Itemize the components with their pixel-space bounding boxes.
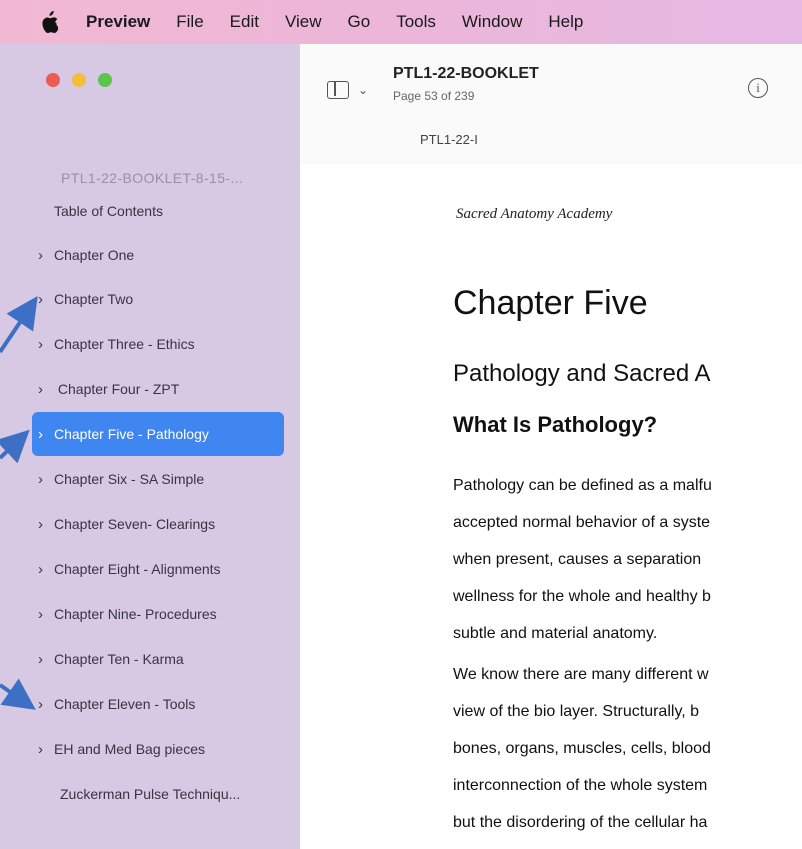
- document-page: Sacred Anatomy Academy Chapter Five Path…: [300, 164, 802, 849]
- sidebar-item-label: Zuckerman Pulse Techniqu...: [60, 786, 241, 802]
- zoom-window-button[interactable]: [98, 73, 112, 87]
- text-line: Pathology can be defined as a malfu: [453, 477, 712, 494]
- text-line: wellness for the whole and healthy b: [453, 588, 711, 605]
- chevron-right-icon[interactable]: ›: [38, 651, 54, 668]
- sidebar-item-label: Table of Contents: [54, 203, 163, 219]
- chevron-right-icon[interactable]: ›: [38, 606, 54, 623]
- menu-go[interactable]: Go: [348, 12, 371, 32]
- sidebar-item-label: Chapter Eight - Alignments: [54, 561, 221, 577]
- chevron-right-icon[interactable]: ›: [38, 291, 54, 308]
- menu-window[interactable]: Window: [462, 12, 522, 32]
- sidebar-item-label: Chapter Seven- Clearings: [54, 516, 216, 532]
- chevron-right-icon[interactable]: ›: [38, 247, 54, 264]
- text-line: but the disordering of the cellular ha: [453, 814, 708, 831]
- chevron-right-icon[interactable]: ›: [38, 741, 54, 758]
- page-header: Sacred Anatomy Academy: [456, 206, 613, 222]
- minimize-window-button[interactable]: [72, 73, 86, 87]
- text-line: subtle and material anatomy.: [453, 625, 658, 642]
- sidebar-item-label: Chapter Nine- Procedures: [54, 606, 217, 622]
- menu-edit[interactable]: Edit: [230, 12, 259, 32]
- sidebar-item-zuckerman[interactable]: Zuckerman Pulse Techniqu...: [32, 773, 284, 815]
- text-line: view of the bio layer. Structurally, b: [453, 703, 700, 720]
- chevron-down-icon[interactable]: ⌄: [358, 83, 368, 97]
- sidebar-item-label: Chapter Four - ZPT: [54, 381, 180, 397]
- chevron-right-icon[interactable]: ›: [38, 336, 54, 353]
- sidebar-item-label: Chapter Ten - Karma: [54, 651, 184, 667]
- page-indicator: Page 53 of 239: [393, 89, 475, 103]
- sidebar-item-chapter-one[interactable]: › Chapter One: [32, 234, 284, 276]
- chevron-right-icon[interactable]: ›: [38, 426, 54, 443]
- sidebar-toggle-icon[interactable]: [327, 81, 349, 99]
- toolbar: ⌄ PTL1-22-BOOKLET Page 53 of 239 i: [300, 44, 802, 165]
- menu-view[interactable]: View: [285, 12, 322, 32]
- sidebar-item-chapter-four[interactable]: › Chapter Four - ZPT: [32, 368, 284, 410]
- chapter-subtitle: Pathology and Sacred A: [453, 360, 711, 387]
- sidebar-item-chapter-ten[interactable]: › Chapter Ten - Karma: [32, 638, 284, 680]
- sidebar-item-chapter-three[interactable]: › Chapter Three - Ethics: [32, 323, 284, 365]
- chevron-right-icon[interactable]: ›: [38, 561, 54, 578]
- text-line: accepted normal behavior of a syste: [453, 514, 711, 531]
- text-line: interconnection of the whole system: [453, 777, 708, 794]
- sidebar-item-chapter-eleven[interactable]: › Chapter Eleven - Tools: [32, 683, 284, 725]
- sidebar-item-label: EH and Med Bag pieces: [54, 741, 205, 757]
- close-window-button[interactable]: [46, 73, 60, 87]
- chevron-right-icon[interactable]: ›: [38, 516, 54, 533]
- text-line: bones, organs, muscles, cells, blood: [453, 740, 711, 757]
- sidebar-item-label: Chapter One: [54, 247, 135, 263]
- sidebar-item-label: Chapter Six - SA Simple: [54, 471, 205, 487]
- sidebar-item-chapter-six[interactable]: › Chapter Six - SA Simple: [32, 458, 284, 500]
- paragraph-1: Pathology can be defined as a malfu acce…: [453, 467, 712, 652]
- menu-bar: Preview File Edit View Go Tools Window H…: [0, 0, 802, 44]
- sidebar-item-table-of-contents[interactable]: Table of Contents: [32, 190, 284, 232]
- apple-menu-icon[interactable]: [40, 11, 58, 33]
- text-line: We know there are many different w: [453, 666, 709, 683]
- section-heading: What Is Pathology?: [453, 412, 658, 437]
- menu-file[interactable]: File: [176, 12, 203, 32]
- sidebar-item-chapter-five[interactable]: › Chapter Five - Pathology: [32, 412, 284, 456]
- tab-title: PTL1-22-I: [420, 132, 478, 147]
- sidebar-document-name: PTL1-22-BOOKLET-8-15-...: [61, 170, 244, 186]
- chevron-right-icon[interactable]: ›: [38, 471, 54, 488]
- menu-help[interactable]: Help: [548, 12, 583, 32]
- menu-app-name[interactable]: Preview: [86, 12, 150, 32]
- sidebar-item-label: Chapter Two: [54, 291, 134, 307]
- text-line: when present, causes a separation: [453, 551, 702, 568]
- sidebar-item-chapter-two[interactable]: › Chapter Two: [32, 278, 284, 320]
- sidebar-item-chapter-nine[interactable]: › Chapter Nine- Procedures: [32, 593, 284, 635]
- chapter-title: Chapter Five: [453, 284, 648, 322]
- sidebar-item-chapter-seven[interactable]: › Chapter Seven- Clearings: [32, 503, 284, 545]
- paragraph-2: We know there are many different w view …: [453, 656, 711, 841]
- document-title: PTL1-22-BOOKLET: [393, 65, 539, 82]
- sidebar-item-eh-med-bag[interactable]: › EH and Med Bag pieces: [32, 728, 284, 770]
- chevron-right-icon[interactable]: ›: [38, 696, 54, 713]
- chevron-right-icon[interactable]: ›: [38, 381, 54, 398]
- info-icon[interactable]: i: [748, 78, 768, 98]
- sidebar-item-label: Chapter Three - Ethics: [54, 336, 195, 352]
- menu-tools[interactable]: Tools: [396, 12, 436, 32]
- sidebar-item-chapter-eight[interactable]: › Chapter Eight - Alignments: [32, 548, 284, 590]
- sidebar-item-label: Chapter Eleven - Tools: [54, 696, 196, 712]
- sidebar-item-label: Chapter Five - Pathology: [54, 426, 209, 442]
